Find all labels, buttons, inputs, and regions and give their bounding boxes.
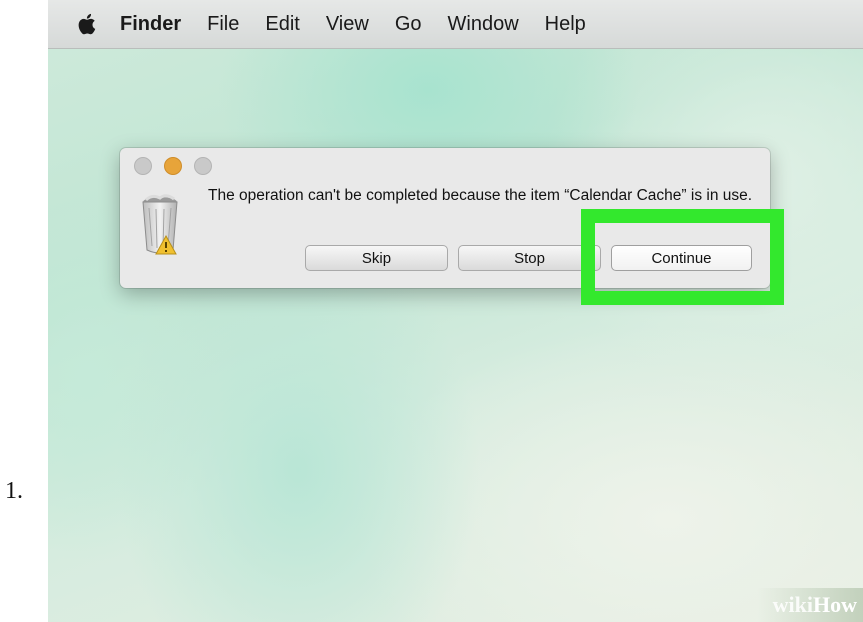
watermark-wiki: wiki xyxy=(772,592,813,617)
trash-warning-icon xyxy=(136,190,192,260)
menu-bar: Finder File Edit View Go Window Help xyxy=(48,0,863,49)
continue-highlight-box xyxy=(581,209,784,305)
watermark-how: How xyxy=(813,592,857,617)
step-number: 1. xyxy=(5,478,23,504)
wikihow-watermark: wiki How xyxy=(757,588,863,622)
menu-help[interactable]: Help xyxy=(545,13,586,36)
menu-edit[interactable]: Edit xyxy=(265,13,299,36)
dialog-message: The operation can't be completed because… xyxy=(208,187,753,204)
minimize-window-button[interactable] xyxy=(164,157,182,175)
menu-go[interactable]: Go xyxy=(395,13,422,36)
zoom-window-button[interactable] xyxy=(194,157,212,175)
stop-button[interactable]: Stop xyxy=(458,245,601,271)
menu-window[interactable]: Window xyxy=(448,13,519,36)
apple-logo-icon[interactable] xyxy=(68,11,108,37)
skip-button[interactable]: Skip xyxy=(305,245,448,271)
menu-view[interactable]: View xyxy=(326,13,369,36)
close-window-button[interactable] xyxy=(134,157,152,175)
menu-finder[interactable]: Finder xyxy=(120,13,181,36)
menu-file[interactable]: File xyxy=(207,13,239,36)
mac-desktop-screenshot: Finder File Edit View Go Window Help The… xyxy=(48,0,863,622)
